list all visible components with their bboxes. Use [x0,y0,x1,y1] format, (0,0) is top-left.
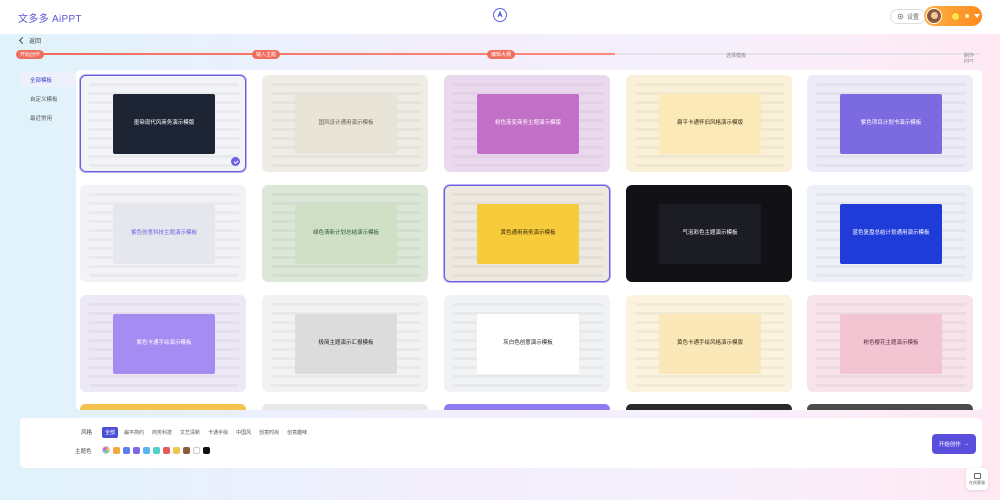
top-bar: 文多多 AiPPT 设置 [0,0,1000,34]
chevron-left-icon [18,36,27,45]
style-filter-options: 全部 扁平简约 商务科技 文艺清新 卡通手绘 中国风 创意时尚 创意趣味 [102,427,309,438]
progress-stepper: 开始创作 输入主题 编辑大纲 选择模板 制作PPT [16,48,980,65]
color-swatch[interactable] [123,446,130,454]
style-filter-chip[interactable]: 扁平简约 [122,427,146,438]
template-title: 极简主题演示汇报模板 [295,314,397,374]
template-sidebar: 全部模板 自定义模板 最近常用 [20,72,76,129]
settings-button[interactable]: 设置 [890,9,927,24]
style-filter-chip[interactable]: 创意时尚 [257,427,281,438]
back-link[interactable]: 返回 [18,36,42,45]
check-icon [231,157,240,166]
template-title: 扁平卡通怀旧风格演示模版 [659,94,761,154]
sidebar-item-recent[interactable]: 最近常用 [20,110,76,125]
template-title: 蓝色复盘总结计划通用演示模板 [840,204,942,264]
template-title: 黄色通用商务演示模板 [477,204,579,264]
template-title: 气泡彩色主题演示模板 [659,204,761,264]
color-swatch[interactable] [203,446,210,454]
customer-service-label: 在线客服 [969,479,985,485]
style-filter-chip[interactable]: 中国风 [234,427,253,438]
color-swatch[interactable] [173,446,180,454]
color-filter-options [102,446,210,454]
template-card[interactable]: 墨染现代风商务演示模版 [80,75,246,172]
arrow-right-icon: → [963,441,970,447]
style-filter-chip[interactable]: 全部 [102,427,119,438]
template-card[interactable]: 粉色樱花主题演示模板 [807,295,973,392]
logo-icon [493,8,507,22]
template-card[interactable] [262,404,428,410]
template-card[interactable]: 扁平卡通怀旧风格演示模版 [626,75,792,172]
style-filter-chip[interactable]: 卡通手绘 [206,427,230,438]
color-swatch[interactable] [133,446,140,454]
progress-fill [20,53,616,55]
step-template: 选择模板 [726,53,747,59]
step-start: 开始创作 [16,50,45,59]
template-card[interactable]: 黄色通用商务演示模板 [444,185,610,282]
template-card[interactable]: 紫色卡通手绘演示模板 [80,295,246,392]
template-card[interactable] [626,404,792,410]
chat-icon [973,472,981,479]
start-create-label: 开始创作 [938,442,961,448]
template-grid: 墨染现代风商务演示模版 国风设计通用演示模板 粉色渐变商务主题演示模版 扁平卡通怀旧风… [76,70,982,410]
avatar [926,8,942,24]
template-card[interactable]: 蓝色复盘总结计划通用演示模板 [807,185,973,282]
step-make-ppt: 制作PPT [964,53,975,65]
template-title: 粉色樱花主题演示模板 [840,314,942,374]
style-filter-chip[interactable]: 创意趣味 [285,427,309,438]
style-filter-label: 风格 [81,430,93,436]
color-swatch-all[interactable] [102,446,110,454]
template-title: 墨染现代风商务演示模版 [113,94,215,154]
app-brand[interactable]: 文多多 AiPPT [18,10,82,25]
style-filter-chip[interactable]: 商务科技 [150,427,174,438]
settings-label: 设置 [907,15,920,21]
customer-service-button[interactable]: 在线客服 [966,468,988,490]
color-swatch[interactable] [193,446,200,454]
points-icon [965,14,969,18]
sidebar-item-custom[interactable]: 自定义模板 [20,91,76,106]
filter-bar: 风格 全部 扁平简约 商务科技 文艺清新 卡通手绘 中国风 创意时尚 创意趣味 主题色 开始创… [20,418,982,468]
step-outline: 编辑大纲 [487,50,516,59]
template-card[interactable]: 黄色卡通手绘风格演示模版 [626,295,792,392]
color-swatch[interactable] [143,446,150,454]
template-title: 紫色项目计划书演示模板 [840,94,942,154]
chevron-down-icon [974,14,980,18]
color-swatch[interactable] [153,446,160,454]
template-title: 国风设计通用演示模板 [295,94,397,154]
template-card[interactable]: 气泡彩色主题演示模板 [626,185,792,282]
color-swatch[interactable] [183,446,190,454]
style-filter-chip[interactable]: 文艺清新 [178,427,202,438]
template-card[interactable]: 粉色渐变商务主题演示模版 [444,75,610,172]
template-card[interactable]: 灰白色创意演示模板 [444,295,610,392]
template-card[interactable]: 国风设计通用演示模板 [262,75,428,172]
start-create-button[interactable]: 开始创作 → [932,434,976,454]
gear-icon [897,13,904,20]
template-title: 紫色创意科技主题演示模板 [113,204,215,264]
template-title: 紫色卡通手绘演示模板 [113,314,215,374]
template-title: 绿色清新计划总结演示模板 [295,204,397,264]
color-swatch[interactable] [163,446,170,454]
template-card[interactable] [80,404,246,410]
color-filter-label: 主题色 [75,449,92,455]
template-card[interactable] [807,404,973,410]
step-topic: 输入主题 [252,50,281,59]
coin-icon [951,11,960,21]
color-swatch[interactable] [113,446,120,454]
sidebar-item-all[interactable]: 全部模板 [20,72,76,87]
template-card[interactable]: 极简主题演示汇报模板 [262,295,428,392]
template-title: 粉色渐变商务主题演示模版 [477,94,579,154]
template-title: 黄色卡通手绘风格演示模版 [659,314,761,374]
template-card[interactable]: 紫色项目计划书演示模板 [807,75,973,172]
template-card[interactable]: 紫色创意科技主题演示模板 [80,185,246,282]
template-card[interactable]: 绿色清新计划总结演示模板 [262,185,428,282]
template-card[interactable] [444,404,610,410]
back-label: 返回 [29,39,42,45]
template-title: 灰白色创意演示模板 [477,314,579,374]
user-menu[interactable] [924,6,982,26]
